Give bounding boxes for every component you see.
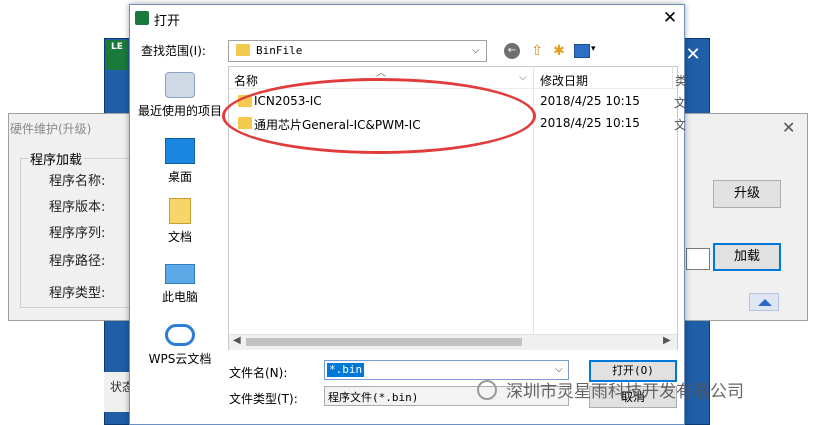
desktop-icon bbox=[165, 138, 195, 164]
file-type-value: 程序文件(*.bin) bbox=[328, 391, 419, 404]
file-date: 2018/4/25 10:15 bbox=[540, 116, 640, 130]
program-path-input[interactable] bbox=[686, 248, 710, 270]
chevron-down-icon[interactable]: ⌵ bbox=[472, 45, 480, 56]
place-desktop[interactable]: 桌面 bbox=[136, 138, 224, 185]
company-watermark: 深圳市灵星雨科技开发有限公司 bbox=[506, 382, 744, 402]
place-label: 此电脑 bbox=[161, 290, 198, 304]
this-pc-icon bbox=[165, 264, 195, 284]
column-header-type[interactable]: 类 bbox=[675, 72, 687, 89]
file-date: 2018/4/25 10:15 bbox=[540, 94, 640, 108]
back-icon[interactable]: ← bbox=[504, 43, 520, 59]
dialog-close-button[interactable]: ✕ bbox=[660, 8, 680, 28]
app-logo-icon: LE bbox=[106, 40, 128, 70]
sort-ascending-icon: ︿ bbox=[376, 68, 386, 79]
dialog-title: 打开 bbox=[154, 14, 181, 29]
upgrade-button[interactable]: 升级 bbox=[713, 180, 781, 208]
file-name-value[interactable]: *.bin bbox=[327, 363, 365, 377]
dialog-app-icon bbox=[135, 11, 149, 25]
new-folder-icon[interactable]: ✱ bbox=[550, 42, 568, 60]
recent-items-icon bbox=[165, 72, 195, 98]
column-header-date[interactable]: 修改日期 bbox=[540, 72, 588, 89]
firmware-close-button[interactable]: ✕ bbox=[782, 118, 795, 137]
file-name-label: 文件名(N): bbox=[229, 366, 288, 380]
program-version-label: 程序版本: bbox=[49, 200, 106, 215]
place-documents[interactable]: 文档 bbox=[136, 198, 224, 245]
look-in-value: BinFile bbox=[256, 44, 303, 57]
place-label: WPS云文档 bbox=[148, 352, 212, 366]
folder-icon bbox=[236, 44, 250, 56]
file-type-label: 文件类型(T): bbox=[229, 392, 298, 406]
place-label: 最近使用的项目 bbox=[137, 104, 222, 118]
app-close-button[interactable]: ✕ bbox=[682, 44, 704, 66]
scroll-left-icon[interactable]: ◀ bbox=[233, 335, 241, 346]
wps-cloud-icon bbox=[165, 324, 195, 346]
firmware-window-title: 硬件维护(升级) bbox=[10, 122, 92, 136]
place-recent-items[interactable]: 最近使用的项目 bbox=[136, 72, 224, 119]
view-menu-chevron-icon[interactable]: ▾ bbox=[591, 44, 596, 54]
column-divider[interactable] bbox=[672, 66, 673, 88]
scrollbar-thumb[interactable] bbox=[246, 338, 522, 346]
program-sequence-label: 程序序列: bbox=[49, 226, 106, 241]
place-this-pc[interactable]: 此电脑 bbox=[136, 264, 224, 305]
highlight-ellipse bbox=[222, 78, 536, 154]
view-menu-icon[interactable] bbox=[574, 44, 590, 58]
program-type-label: 程序类型: bbox=[49, 286, 106, 301]
program-path-label: 程序路径: bbox=[49, 254, 106, 269]
place-label: 桌面 bbox=[167, 170, 192, 184]
file-type: 文 bbox=[674, 118, 687, 132]
file-type: 文 bbox=[674, 96, 687, 110]
program-load-label: 程序加载 bbox=[28, 149, 85, 168]
column-filter-chevron-icon[interactable]: ⌵ bbox=[519, 72, 527, 83]
wechat-logo-icon bbox=[477, 380, 497, 400]
chevron-down-icon[interactable]: ⌵ bbox=[555, 364, 563, 375]
place-label: 文档 bbox=[167, 230, 192, 244]
collapse-up-icon[interactable] bbox=[749, 293, 779, 311]
up-folder-icon[interactable]: ⇧ bbox=[528, 42, 546, 60]
look-in-label: 查找范围(I): bbox=[141, 44, 206, 58]
place-wps-cloud[interactable]: WPS云文档 bbox=[136, 324, 224, 367]
scroll-right-icon[interactable]: ▶ bbox=[663, 335, 671, 346]
program-name-label: 程序名称: bbox=[49, 174, 106, 189]
column-header-name[interactable]: 名称 bbox=[234, 72, 258, 89]
documents-icon bbox=[169, 198, 191, 224]
load-button[interactable]: 加载 bbox=[713, 243, 781, 271]
